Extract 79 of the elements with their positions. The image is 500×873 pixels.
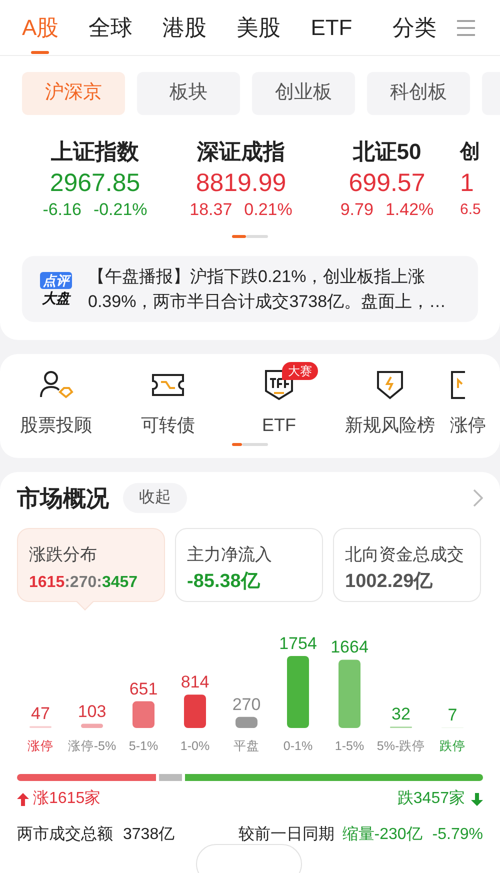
bar — [287, 656, 309, 728]
index-value: 8819.99 — [196, 168, 286, 199]
index-percent: 0.21% — [244, 199, 292, 221]
bar-label: 5-1% — [128, 739, 158, 753]
chevron-right-icon[interactable] — [473, 489, 483, 507]
news-badge: 点评 — [40, 272, 72, 288]
bar — [132, 701, 154, 728]
arrow-up-icon — [17, 792, 29, 806]
index-name: 创 — [460, 140, 480, 165]
bar-label: 平盘 — [234, 739, 260, 753]
shortcut-button[interactable]: 新规风险榜 — [334, 360, 446, 458]
bar-label: 1-5% — [334, 739, 364, 753]
ticket-icon — [151, 371, 185, 399]
index-name: 深证成指 — [197, 138, 285, 166]
summary-card[interactable]: 北向资金总成交 1002.29亿 — [333, 528, 481, 602]
section-title: 市场概况 — [17, 484, 109, 513]
shield-icon — [376, 370, 404, 400]
index-value: 1 — [460, 168, 474, 199]
index-name: 北证50 — [352, 138, 422, 166]
filter-chip[interactable]: 创业板 — [252, 72, 355, 115]
index-value: 2967.85 — [50, 168, 140, 199]
shortcut-button[interactable]: 涨停 — [446, 360, 500, 458]
bar-label: 跌停 — [440, 739, 466, 753]
shortcut-button[interactable]: 股票投顾 — [0, 360, 112, 458]
bar — [338, 660, 360, 728]
index-change: -6.16 — [42, 199, 82, 221]
index-value: 699.57 — [348, 168, 426, 199]
bar-value: 270 — [232, 694, 261, 714]
page-indicator — [232, 443, 268, 446]
index-percent: 1.42% — [385, 199, 434, 221]
flat-share-bar — [159, 774, 182, 781]
more-button[interactable] — [196, 844, 302, 873]
bar-value: 47 — [31, 704, 50, 724]
filter-chip[interactable]: 板块 — [137, 72, 240, 115]
fall-count: 跌3457家 — [397, 788, 465, 809]
index-percent: -0.21% — [93, 199, 148, 221]
rise-count: 涨1615家 — [33, 788, 101, 809]
bar-value: 1754 — [279, 634, 317, 653]
compare-change: 缩量-230亿 — [342, 824, 422, 845]
compare-label: 较前一日同期 — [238, 825, 334, 845]
tab[interactable]: ETF — [310, 0, 352, 56]
bar — [184, 694, 206, 728]
badge: 大赛 — [282, 362, 318, 380]
news-badge-caption: 大盘 — [42, 288, 70, 306]
tab[interactable]: 港股 — [162, 0, 207, 56]
bar — [81, 724, 103, 728]
person-icon — [38, 370, 74, 400]
page-indicator — [232, 235, 268, 238]
summary-card[interactable]: 涨跌分布 1615:270:3457 — [17, 528, 165, 602]
summary-card[interactable]: 主力净流入 -85.38亿 — [175, 528, 323, 602]
bar-label: 涨停-5% — [68, 739, 116, 753]
news-headline[interactable]: 【午盘播报】沪指下跌0.21%，创业板指上涨0.39%，两市半日合计成交3738亿。盘面上，… — [88, 264, 464, 314]
bar — [236, 716, 258, 728]
bar-value: 1664 — [330, 638, 368, 657]
index-change: 9.79 — [340, 199, 374, 221]
arrow-down-icon — [471, 792, 483, 806]
bar-label: 1-0% — [180, 739, 210, 753]
tab[interactable]: 全球 — [88, 0, 133, 56]
tab[interactable]: 分类 — [392, 0, 436, 56]
menu-icon[interactable] — [456, 18, 476, 38]
index-change: 18.37 — [190, 199, 232, 221]
document-icon — [450, 370, 466, 400]
bar-value: 651 — [129, 679, 158, 698]
compare-percent: -5.79% — [432, 825, 483, 845]
bar-label: 涨停 — [28, 739, 54, 753]
bar-label: 0-1% — [283, 739, 313, 753]
bar-label: 5%-跌停 — [376, 739, 426, 753]
filter-chip[interactable]: 科创板 — [367, 72, 470, 115]
tab[interactable]: 美股 — [236, 0, 281, 56]
bar-value: 7 — [448, 706, 458, 725]
turnover-label: 两市成交总额 — [17, 824, 113, 845]
bar-value: 103 — [78, 702, 106, 721]
bar-value: 814 — [180, 672, 210, 692]
index-name: 上证指数 — [51, 138, 139, 166]
collapse-button[interactable]: 收起 — [123, 483, 187, 513]
turnover-value: 3738亿 — [123, 825, 175, 845]
index-change: 6.5 — [460, 200, 481, 220]
bar-value: 32 — [392, 704, 410, 724]
shortcut-button[interactable]: 可转债 — [112, 360, 224, 458]
